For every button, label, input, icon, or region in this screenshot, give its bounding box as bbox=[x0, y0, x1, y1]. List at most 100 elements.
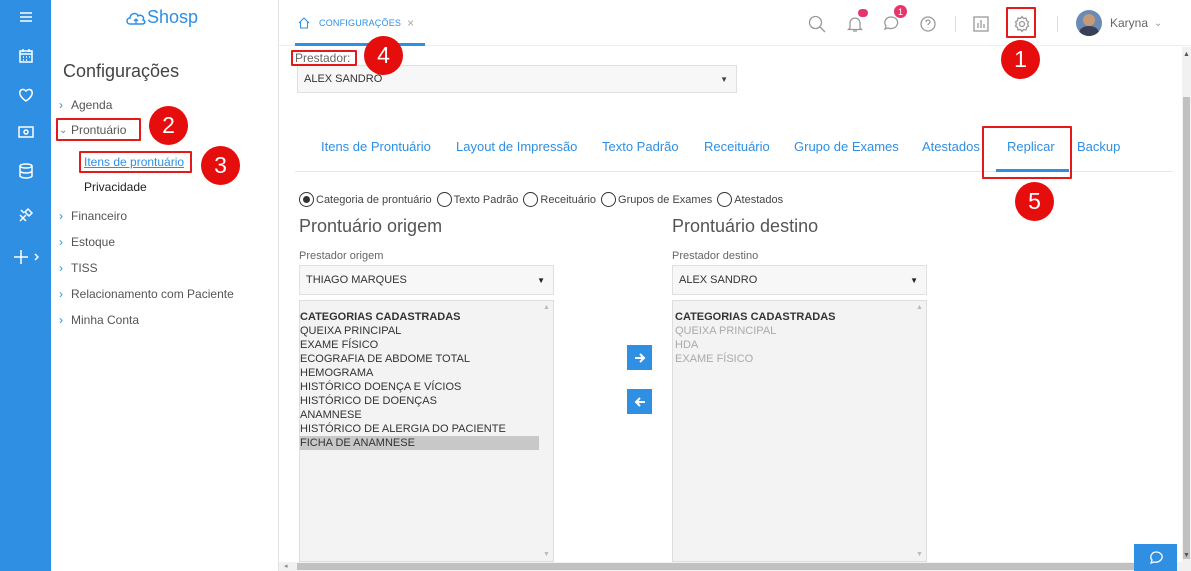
page-title: Configurações bbox=[63, 61, 180, 81]
sidebar-item-label: Estoque bbox=[71, 235, 116, 249]
menu-icon[interactable] bbox=[0, 4, 51, 30]
radio-label: Categoria de prontuário bbox=[316, 193, 432, 206]
scrollbar[interactable]: ▲ ▼ bbox=[539, 301, 553, 561]
scroll-left-icon[interactable]: ◂ bbox=[284, 562, 288, 570]
main-content: Prestador: ALEX SANDRO ▼ Itens de Prontu… bbox=[279, 47, 1182, 562]
app-logo[interactable]: Shosp bbox=[125, 7, 198, 28]
list-item[interactable]: HISTÓRICO DE ALERGIA DO PACIENTE bbox=[300, 422, 539, 436]
scroll-down-icon[interactable]: ▼ bbox=[543, 551, 550, 558]
heart-icon[interactable] bbox=[0, 82, 51, 108]
tools-icon[interactable] bbox=[0, 202, 51, 228]
highlight-prestador bbox=[291, 50, 357, 66]
list-item[interactable]: ANAMNESE bbox=[300, 408, 539, 422]
list-item[interactable]: FICHA DE ANAMNESE bbox=[300, 436, 539, 450]
cloud-logo-icon bbox=[126, 12, 146, 25]
calendar-icon[interactable] bbox=[0, 43, 51, 69]
sidebar-item-tiss[interactable]: › TISS bbox=[59, 261, 98, 275]
tab-atestados[interactable]: Atestados bbox=[922, 139, 980, 154]
scroll-up-icon[interactable]: ▲ bbox=[543, 304, 550, 311]
list-item[interactable]: HISTÓRICO DOENÇA E VÍCIOS bbox=[300, 380, 539, 394]
sidebar-item-label: Agenda bbox=[71, 98, 113, 112]
list-header: CATEGORIAS CADASTRADAS bbox=[300, 311, 461, 323]
sidebar-item-financeiro[interactable]: › Financeiro bbox=[59, 209, 127, 223]
list-item[interactable]: EXAME FÍSICO bbox=[675, 352, 926, 366]
tab-itens-de-prontuario[interactable]: Itens de Prontuário bbox=[321, 139, 431, 154]
user-name: Karyna bbox=[1110, 16, 1149, 30]
scroll-down-icon[interactable]: ▼ bbox=[916, 551, 923, 558]
search-icon[interactable] bbox=[805, 12, 829, 36]
destino-list-content: CATEGORIAS CADASTRADAS QUEIXA PRINCIPAL H… bbox=[673, 301, 926, 366]
list-item[interactable]: HDA bbox=[675, 338, 926, 352]
home-icon[interactable] bbox=[295, 17, 313, 29]
chat-icon[interactable]: 1 bbox=[879, 5, 907, 36]
destino-select-value: ALEX SANDRO bbox=[679, 274, 758, 286]
prestador-select[interactable]: ALEX SANDRO ▼ bbox=[297, 65, 737, 93]
origem-select-value: THIAGO MARQUES bbox=[306, 274, 407, 286]
list-item[interactable]: QUEIXA PRINCIPAL bbox=[675, 324, 926, 338]
scrollbar-thumb[interactable] bbox=[1183, 97, 1190, 559]
vertical-scrollbar[interactable]: ▲ ▼ bbox=[1182, 47, 1191, 571]
chevron-right-icon: › bbox=[59, 287, 63, 301]
avatar[interactable] bbox=[1076, 10, 1102, 36]
list-item[interactable]: EXAME FÍSICO bbox=[300, 338, 539, 352]
chevron-right-icon: › bbox=[59, 98, 63, 112]
divider bbox=[1057, 16, 1058, 32]
destino-categories-list[interactable]: CATEGORIAS CADASTRADAS QUEIXA PRINCIPAL H… bbox=[672, 300, 927, 562]
highlight-prontuario bbox=[56, 118, 141, 141]
step-badge-3: 3 bbox=[201, 146, 240, 185]
sidebar-item-estoque[interactable]: › Estoque bbox=[59, 235, 115, 249]
scroll-down-icon[interactable]: ▼ bbox=[1183, 552, 1190, 559]
step-badge-4: 4 bbox=[364, 36, 403, 75]
plus-icon[interactable] bbox=[0, 244, 51, 270]
tab-close-icon[interactable]: × bbox=[407, 16, 414, 30]
tab-layout-de-impressao[interactable]: Layout de Impressão bbox=[456, 139, 577, 154]
origem-categories-list[interactable]: CATEGORIAS CADASTRADAS QUEIXA PRINCIPAL E… bbox=[299, 300, 554, 562]
list-item[interactable]: QUEIXA PRINCIPAL bbox=[300, 324, 539, 338]
user-menu[interactable]: Karyna ⌄ bbox=[1110, 16, 1162, 30]
origem-select-label: Prestador origem bbox=[299, 250, 384, 262]
chevron-down-icon: ⌄ bbox=[1154, 17, 1163, 29]
money-icon[interactable] bbox=[0, 119, 51, 145]
radio-atestados[interactable]: Atestados bbox=[717, 192, 783, 207]
chat-count-badge: 1 bbox=[894, 5, 907, 18]
scroll-up-icon[interactable]: ▲ bbox=[916, 304, 923, 311]
icon-rail bbox=[0, 0, 51, 571]
tab-configuracoes[interactable]: CONFIGURAÇÕES × bbox=[295, 0, 425, 46]
list-item[interactable]: ECOGRAFIA DE ABDOME TOTAL bbox=[300, 352, 539, 366]
arrow-right-icon bbox=[634, 352, 645, 363]
help-icon[interactable] bbox=[916, 12, 940, 36]
radio-receituario[interactable]: Receituário bbox=[523, 192, 596, 207]
sidebar-item-relacionamento[interactable]: › Relacionamento com Paciente bbox=[59, 287, 234, 301]
divider bbox=[955, 16, 956, 32]
sidebar: Shosp Configurações › Agenda ⌄ Prontuári… bbox=[51, 0, 279, 571]
horizontal-scrollbar[interactable]: ◂ bbox=[279, 562, 1182, 571]
origem-list-content: CATEGORIAS CADASTRADAS QUEIXA PRINCIPAL E… bbox=[300, 301, 553, 450]
sidebar-item-minha-conta[interactable]: › Minha Conta bbox=[59, 313, 139, 327]
prestador-destino-select[interactable]: ALEX SANDRO ▼ bbox=[672, 265, 927, 295]
tab-grupo-de-exames[interactable]: Grupo de Exames bbox=[794, 139, 899, 154]
scrollbar[interactable]: ▲ ▼ bbox=[912, 301, 926, 561]
radio-label: Texto Padrão bbox=[453, 193, 519, 206]
tab-texto-padrao[interactable]: Texto Padrão bbox=[602, 139, 679, 154]
sidebar-item-agenda[interactable]: › Agenda bbox=[59, 98, 112, 112]
radio-categoria-de-prontuario[interactable]: Categoria de prontuário bbox=[299, 192, 432, 207]
tab-receituario[interactable]: Receituário bbox=[704, 139, 770, 154]
scroll-up-icon[interactable]: ▲ bbox=[1183, 51, 1190, 58]
reports-icon[interactable] bbox=[969, 12, 993, 36]
chevron-right-icon: › bbox=[59, 313, 63, 327]
prestador-origem-select[interactable]: THIAGO MARQUES ▼ bbox=[299, 265, 554, 295]
support-chat-button[interactable] bbox=[1134, 544, 1177, 571]
list-item[interactable]: HEMOGRAMA bbox=[300, 366, 539, 380]
move-right-button[interactable] bbox=[627, 345, 652, 370]
sidebar-subitem-privacidade[interactable]: Privacidade bbox=[84, 180, 147, 194]
tab-backup[interactable]: Backup bbox=[1077, 139, 1120, 154]
scrollbar-thumb[interactable] bbox=[297, 563, 1157, 570]
replicate-type-radios: Categoria de prontuário Texto Padrão Rec… bbox=[299, 192, 788, 207]
database-icon[interactable] bbox=[0, 158, 51, 184]
move-left-button[interactable] bbox=[627, 389, 652, 414]
list-item[interactable]: HISTÓRICO DE DOENÇAS bbox=[300, 394, 539, 408]
bell-icon[interactable] bbox=[843, 9, 868, 36]
radio-grupos-de-exames[interactable]: Grupos de Exames bbox=[601, 192, 712, 207]
radio-label: Atestados bbox=[734, 193, 784, 206]
radio-texto-padrao[interactable]: Texto Padrão bbox=[436, 192, 519, 207]
